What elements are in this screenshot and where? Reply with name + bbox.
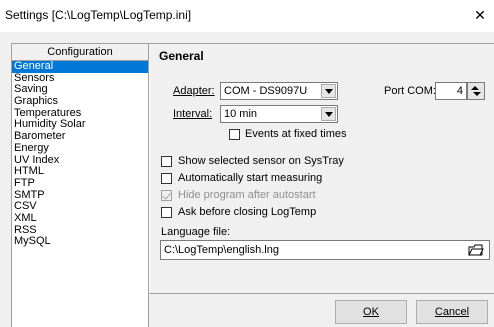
port-com-spinner[interactable] — [467, 82, 485, 100]
sidebar-item-mysql[interactable]: MySQL — [12, 236, 148, 248]
spin-arrows-icon — [471, 86, 481, 96]
sidebar-item-general[interactable]: General — [12, 60, 148, 73]
panel-title: General — [159, 49, 204, 63]
title-bar: Settings [C:\LogTemp\LogTemp.ini] ✕ — [0, 0, 494, 32]
port-com-input[interactable]: 4 — [435, 82, 467, 100]
general-settings-group: Adapter: COM - DS9097U Port COM: 4 Inter… — [149, 67, 494, 294]
sidebar-item-xml[interactable]: XML — [12, 212, 148, 225]
events-fixed-times-checkbox[interactable] — [229, 129, 240, 140]
hide-after-autostart-label: Hide program after autostart — [178, 189, 316, 201]
ok-button[interactable]: OK — [335, 300, 407, 324]
auto-start-measuring-checkbox[interactable] — [161, 173, 172, 184]
adapter-select[interactable]: COM - DS9097U — [220, 82, 338, 100]
hide-after-autostart-checkbox — [161, 190, 172, 201]
adapter-value: COM - DS9097U — [224, 85, 308, 97]
cancel-button[interactable]: Cancel — [416, 300, 488, 324]
show-sensor-systray-label[interactable]: Show selected sensor on SysTray — [178, 155, 344, 167]
sidebar-item-graphics[interactable]: Graphics — [12, 95, 148, 108]
dialog-client-area: Configuration General Sensors Saving Gra… — [0, 32, 494, 327]
sidebar-item-energy[interactable]: Energy — [12, 142, 148, 155]
window-title: Settings [C:\LogTemp\LogTemp.ini] — [5, 8, 192, 22]
interval-label: Interval: — [173, 108, 213, 120]
close-icon[interactable]: ✕ — [472, 6, 488, 24]
chevron-down-icon[interactable] — [321, 107, 336, 121]
events-fixed-times-label[interactable]: Events at fixed times — [245, 128, 347, 140]
configuration-header: Configuration — [11, 43, 149, 61]
sidebar-item-ftp[interactable]: FTP — [12, 177, 148, 190]
port-com-label: Port COM: — [384, 85, 436, 97]
ask-before-closing-checkbox[interactable] — [161, 207, 172, 218]
language-file-value: C:\LogTemp\english.lng — [164, 244, 279, 256]
auto-start-measuring-label[interactable]: Automatically start measuring — [178, 172, 322, 184]
configuration-list[interactable]: General Sensors Saving Graphics Temperat… — [11, 60, 149, 327]
interval-value: 10 min — [224, 108, 258, 120]
language-file-label: Language file: — [161, 226, 231, 238]
language-file-input[interactable]: C:\LogTemp\english.lng — [160, 240, 490, 260]
interval-select[interactable]: 10 min — [220, 105, 338, 123]
show-sensor-systray-checkbox[interactable] — [161, 156, 172, 167]
adapter-label: Adapter: — [173, 85, 215, 97]
browse-folder-icon[interactable] — [468, 242, 486, 258]
ask-before-closing-label[interactable]: Ask before closing LogTemp — [178, 206, 316, 218]
panel-header: General — [149, 43, 494, 67]
chevron-down-icon[interactable] — [321, 84, 336, 98]
